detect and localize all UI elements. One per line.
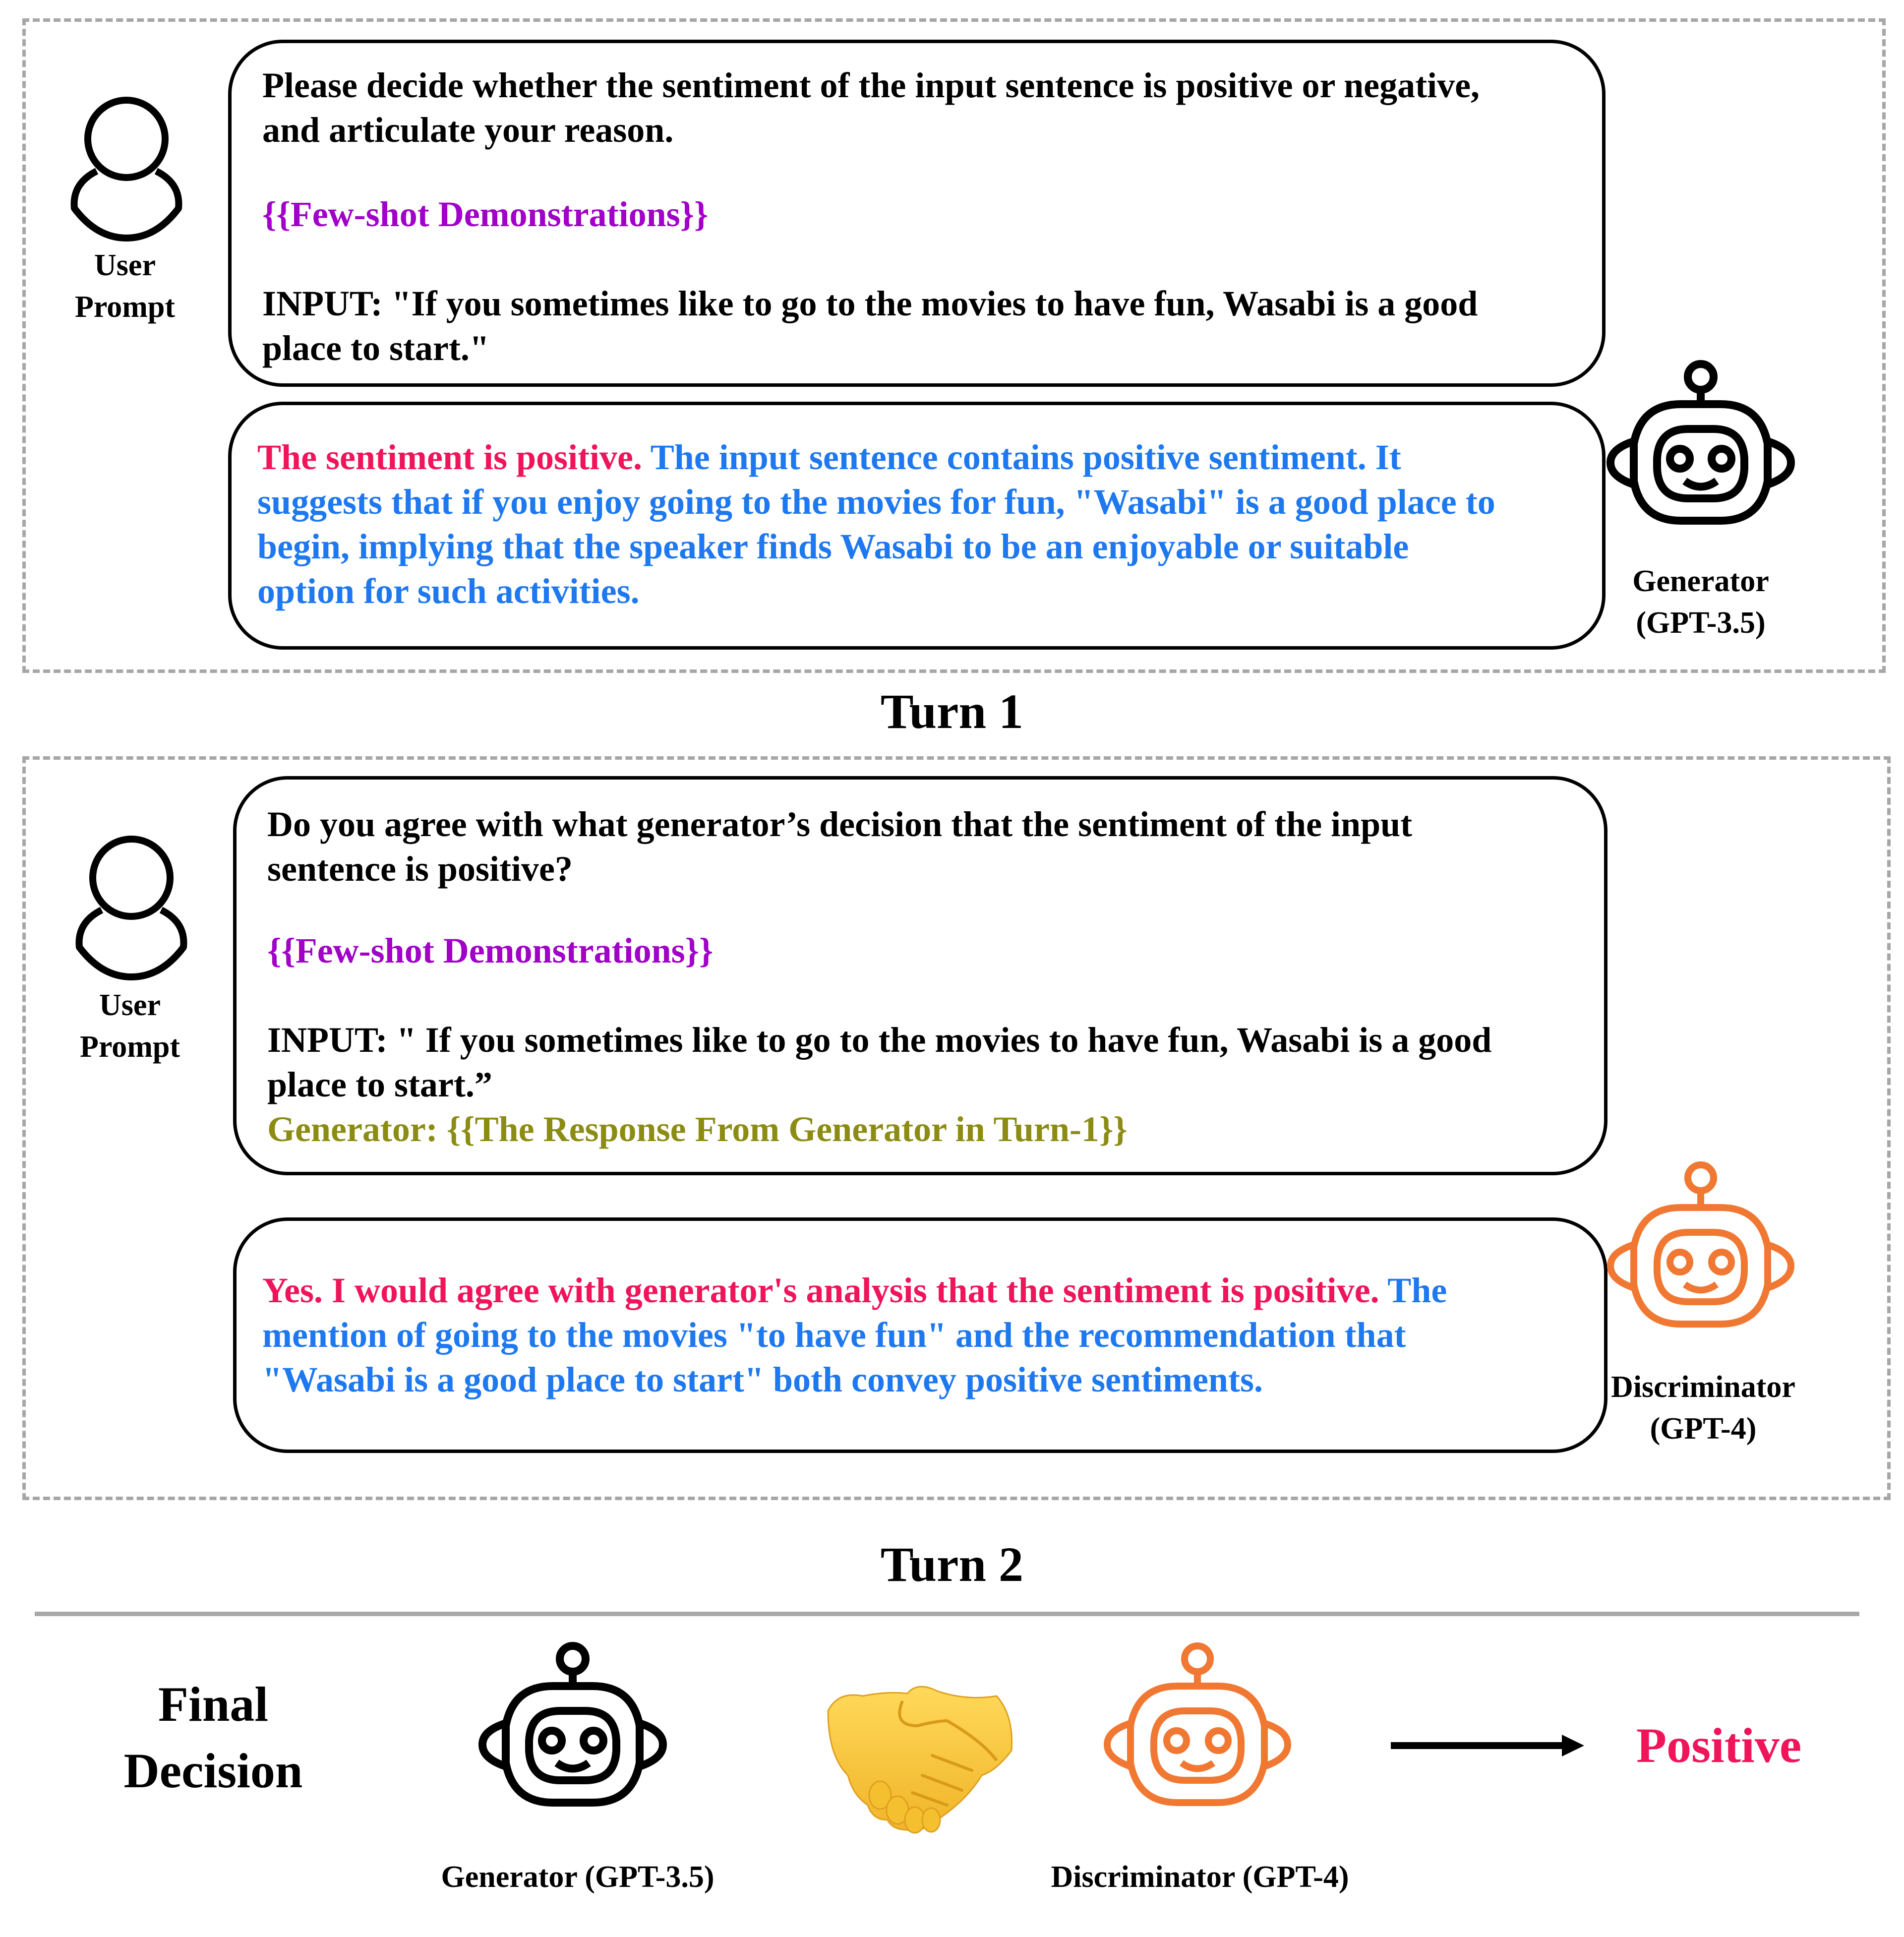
- final-result: Positive: [1636, 1718, 1802, 1773]
- discriminator-label: Discriminator (GPT-4): [1611, 1366, 1795, 1450]
- discriminator-label-line2: (GPT-4): [1650, 1412, 1757, 1446]
- turn1-instruction: Please decide whether the sentiment of t…: [262, 65, 1480, 150]
- section-divider: [35, 1612, 1859, 1616]
- turn2-title: Turn 2: [880, 1537, 1024, 1592]
- turn2-generator-reference: Generator: {{The Response From Generator…: [267, 1109, 1128, 1149]
- user-prompt-label: User Prompt: [75, 244, 175, 328]
- generator-label-line1: Generator: [1632, 564, 1769, 598]
- turn1-demonstrations-placeholder: {{Few-shot Demonstrations}}: [262, 194, 709, 234]
- turn1-title: Turn 1: [880, 684, 1024, 739]
- final-generator-label: Generator (GPT-3.5): [441, 1860, 714, 1894]
- user-icon: [75, 836, 187, 980]
- user-label-line2: Prompt: [74, 290, 176, 324]
- turn1-response-bubble: The sentiment is positive. The input sen…: [228, 402, 1606, 650]
- handshake-icon: [827, 1686, 1013, 1834]
- discriminator-robot-icon: [1103, 1642, 1292, 1806]
- turn2-prompt-bubble: Do you agree with what generator’s decis…: [233, 776, 1607, 1175]
- turn2-response-text: Yes. I would agree with generator's anal…: [262, 1268, 1447, 1402]
- final-discriminator-label: Discriminator (GPT-4): [1051, 1860, 1349, 1894]
- arrow-right-icon: [1391, 1735, 1584, 1756]
- turn2-demonstrations-placeholder: {{Few-shot Demonstrations}}: [267, 931, 714, 970]
- turn1-input-sentence: INPUT: "If you sometimes like to go to t…: [262, 284, 1478, 368]
- generator-robot-icon: [1606, 360, 1795, 525]
- final-title-line1: Final: [158, 1677, 269, 1732]
- generator-label-line2: (GPT-3.5): [1636, 606, 1766, 640]
- user-prompt-label: User Prompt: [80, 984, 180, 1068]
- turn2-input-sentence: INPUT: " If you sometimes like to go to …: [267, 1020, 1492, 1104]
- user-label-line1: User: [94, 248, 156, 282]
- discriminator-robot-icon: [1606, 1161, 1795, 1328]
- final-decision-title: Final Decision: [89, 1671, 337, 1804]
- turn2-response-bubble: Yes. I would agree with generator's anal…: [233, 1217, 1607, 1453]
- turn2-verdict: Yes. I would agree with generator's anal…: [262, 1271, 1379, 1310]
- generator-label: Generator (GPT-3.5): [1632, 560, 1769, 644]
- final-title-line2: Decision: [123, 1743, 303, 1798]
- user-icon: [70, 97, 182, 242]
- turn1-verdict: The sentiment is positive.: [257, 437, 643, 477]
- turn1-response-text: The sentiment is positive. The input sen…: [257, 435, 1495, 613]
- turn2-instruction: Do you agree with what generator’s decis…: [267, 804, 1413, 889]
- discriminator-label-line1: Discriminator: [1611, 1370, 1795, 1404]
- user-label-line2: Prompt: [79, 1030, 180, 1064]
- user-label-line1: User: [99, 988, 161, 1022]
- turn1-prompt-bubble: Please decide whether the sentiment of t…: [228, 40, 1606, 387]
- generator-robot-icon: [478, 1642, 667, 1807]
